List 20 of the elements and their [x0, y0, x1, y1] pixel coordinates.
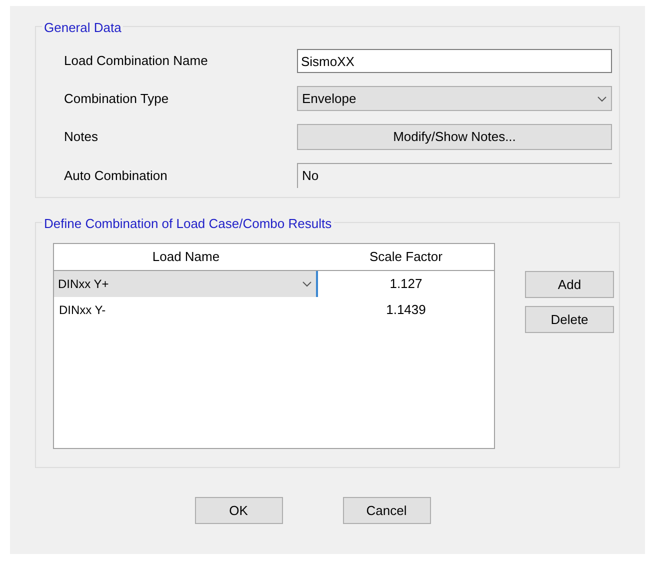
field-label: Load Combination Name — [64, 52, 209, 70]
table-cell-text: 1.1439 — [385, 301, 427, 320]
column-header: Scale Factor — [368, 248, 444, 266]
auto-combination-field: No — [297, 163, 612, 188]
name-input-field[interactable]: SismoXX — [297, 49, 612, 73]
add-button[interactable]: Add — [525, 271, 614, 298]
notes-button[interactable]: Modify/Show Notes... — [297, 124, 612, 150]
field-label: Combination Type — [64, 90, 170, 108]
table-cell-text: 1.127 — [388, 275, 424, 294]
field-label: Auto Combination — [64, 166, 168, 185]
field-label: Notes — [64, 128, 99, 146]
ok-button[interactable]: OK — [194, 497, 282, 524]
delete-button[interactable]: Delete — [525, 306, 614, 333]
load-name-dropdown[interactable]: DINxx Y+ — [54, 271, 318, 297]
table-cell-text: DINxx Y- — [58, 302, 107, 319]
column-header: Load Name — [151, 248, 221, 266]
combination-type-dropdown[interactable]: Envelope — [297, 86, 612, 111]
chevron-down-icon — [302, 281, 312, 287]
chevron-down-icon — [597, 96, 607, 102]
cancel-button[interactable]: Cancel — [342, 497, 430, 524]
